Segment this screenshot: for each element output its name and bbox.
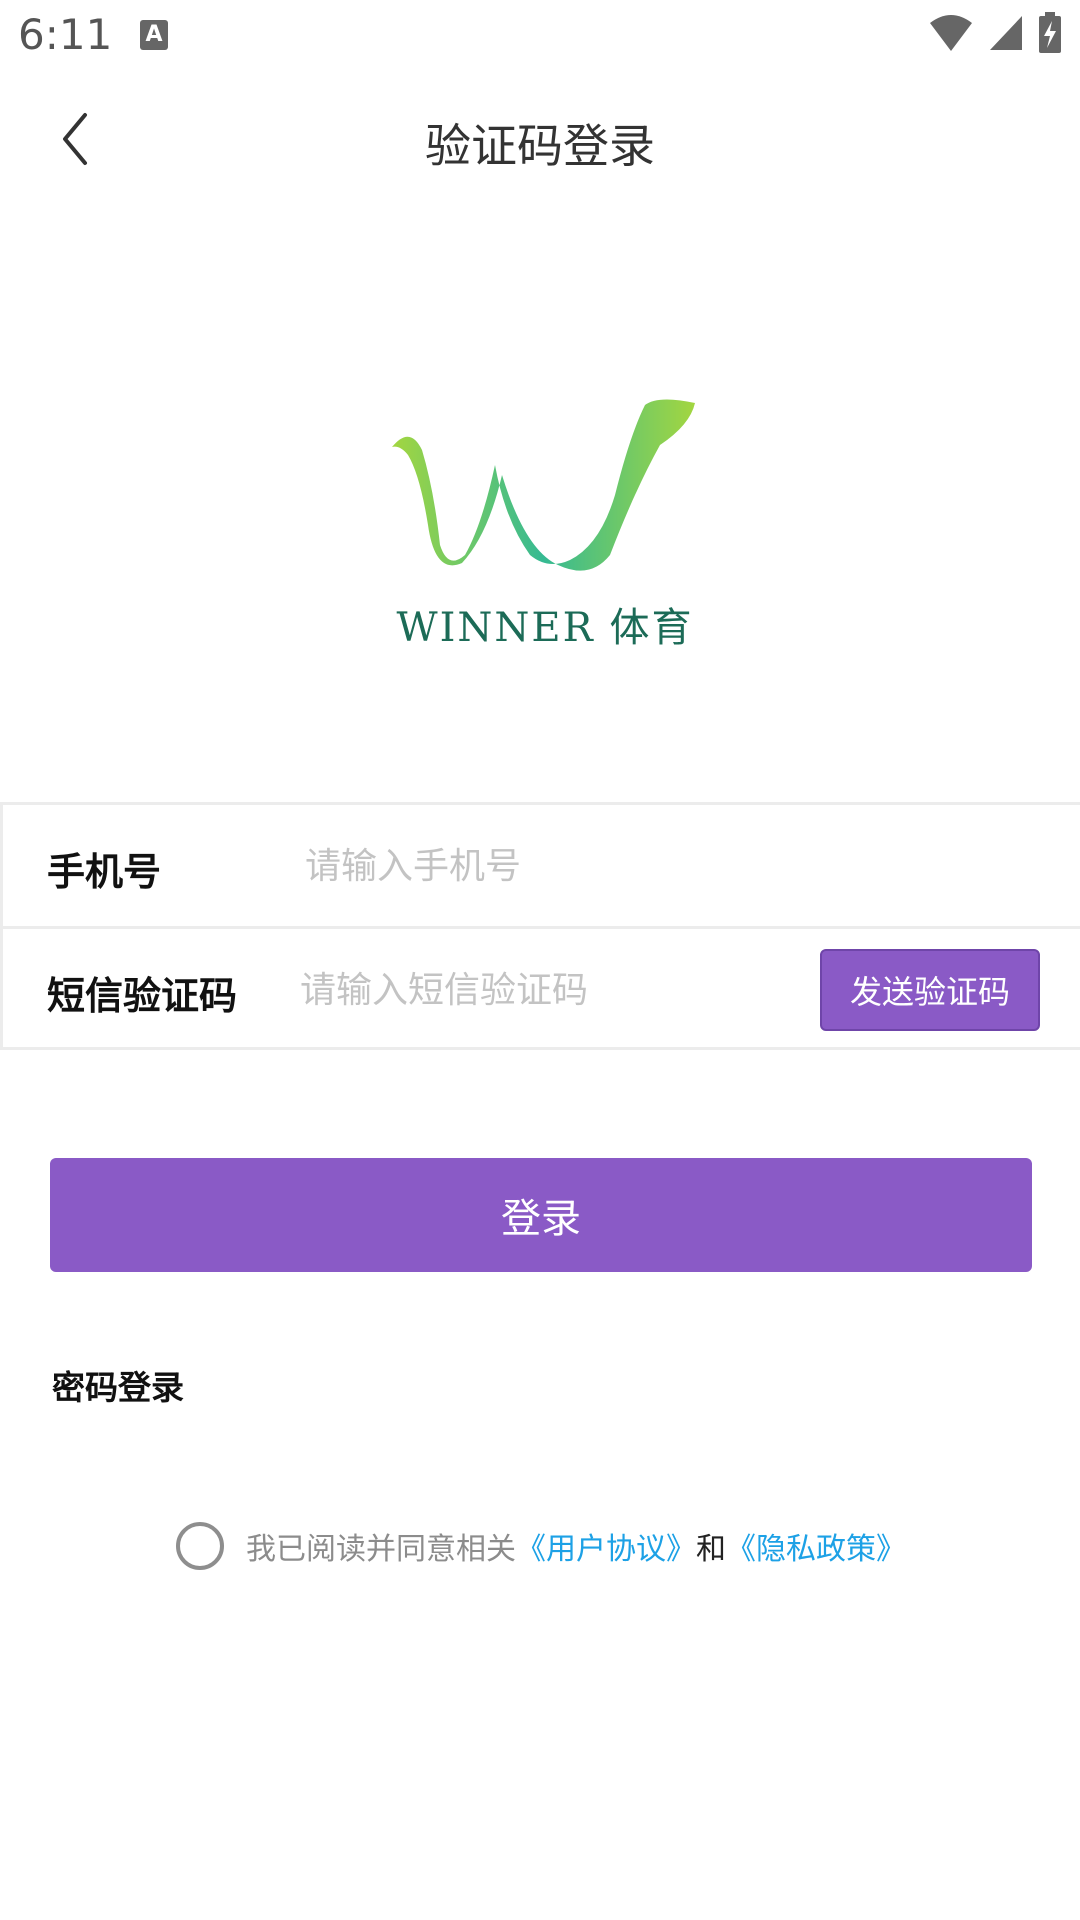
sms-code-input[interactable] [298, 959, 782, 1021]
send-code-button[interactable]: 发送验证码 [820, 949, 1040, 1031]
app-bar: 验证码登录 [0, 72, 1080, 207]
winner-logo-icon [392, 399, 695, 571]
phone-row: 手机号 [0, 802, 1080, 926]
battery-charging-icon [1039, 12, 1061, 53]
agreement-and: 和 [696, 1532, 726, 1567]
page-title: 验证码登录 [425, 119, 655, 173]
phone-label: 手机号 [47, 850, 162, 894]
password-login-link[interactable]: 密码登录 [52, 1361, 184, 1409]
status-time: 6:11 [18, 10, 113, 59]
brand-text: WINNER 体育 [396, 605, 694, 651]
status-bar: 6:11 A [0, 0, 1080, 72]
sms-code-label: 短信验证码 [47, 974, 238, 1018]
phone-input[interactable] [303, 835, 787, 897]
cellular-signal-icon [990, 16, 1022, 50]
agree-radio[interactable] [176, 1522, 224, 1570]
notification-icon: A [140, 20, 168, 50]
brand-logo: WINNER 体育 [390, 395, 700, 655]
sms-code-row: 短信验证码 发送验证码 [0, 926, 1080, 1050]
status-icons [928, 12, 1062, 54]
login-form: 手机号 短信验证码 发送验证码 [0, 802, 1080, 1050]
agreement: 我已阅读并同意相关 《用户协议》 和 《隐私政策》 [176, 1522, 906, 1570]
user-agreement-link[interactable]: 《用户协议》 [516, 1524, 696, 1568]
wifi-icon [930, 15, 972, 51]
login-button[interactable]: 登录 [50, 1158, 1032, 1272]
agreement-text: 我已阅读并同意相关 [246, 1532, 516, 1567]
privacy-policy-link[interactable]: 《隐私政策》 [726, 1524, 906, 1568]
